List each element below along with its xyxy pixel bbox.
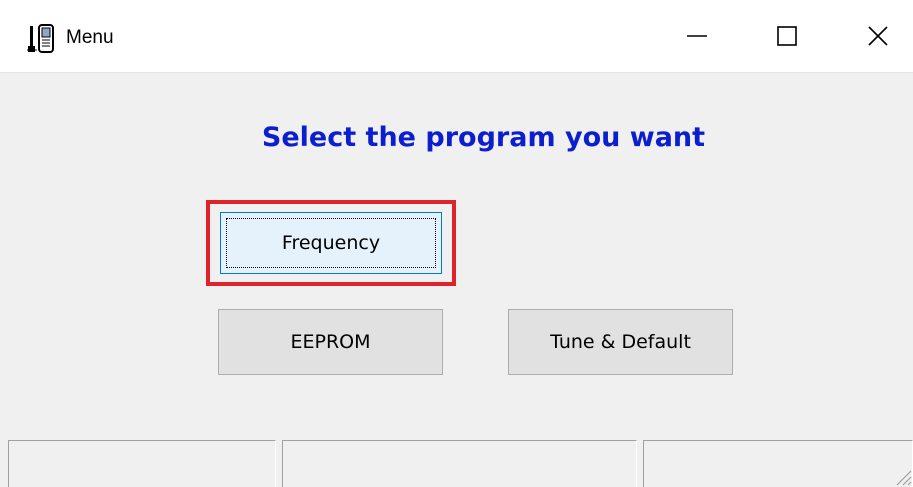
page-heading: Select the program you want xyxy=(261,122,706,153)
eeprom-button[interactable]: EEPROM xyxy=(218,309,443,375)
close-button[interactable] xyxy=(833,0,913,72)
window-title: Menu xyxy=(66,27,114,48)
eeprom-button-label: EEPROM xyxy=(290,331,371,353)
status-bar xyxy=(0,440,913,487)
maximize-icon xyxy=(777,26,797,46)
status-panel-1 xyxy=(8,440,276,487)
title-bar[interactable]: Menu xyxy=(0,0,913,73)
status-panel-2 xyxy=(282,440,637,487)
frequency-button[interactable]: Frequency xyxy=(220,212,442,274)
status-panel-3 xyxy=(643,440,913,487)
tune-default-button-label: Tune & Default xyxy=(550,331,691,353)
close-icon xyxy=(868,26,888,46)
menu-window: Menu Select the program you want Frequen… xyxy=(0,0,913,487)
minimize-button[interactable] xyxy=(652,0,742,72)
tune-default-button[interactable]: Tune & Default xyxy=(508,309,733,375)
maximize-button[interactable] xyxy=(742,0,832,72)
focus-rectangle xyxy=(226,218,436,268)
resize-grip-icon[interactable] xyxy=(891,465,913,487)
walkie-talkie-icon xyxy=(27,24,54,53)
minimize-icon xyxy=(687,35,707,37)
